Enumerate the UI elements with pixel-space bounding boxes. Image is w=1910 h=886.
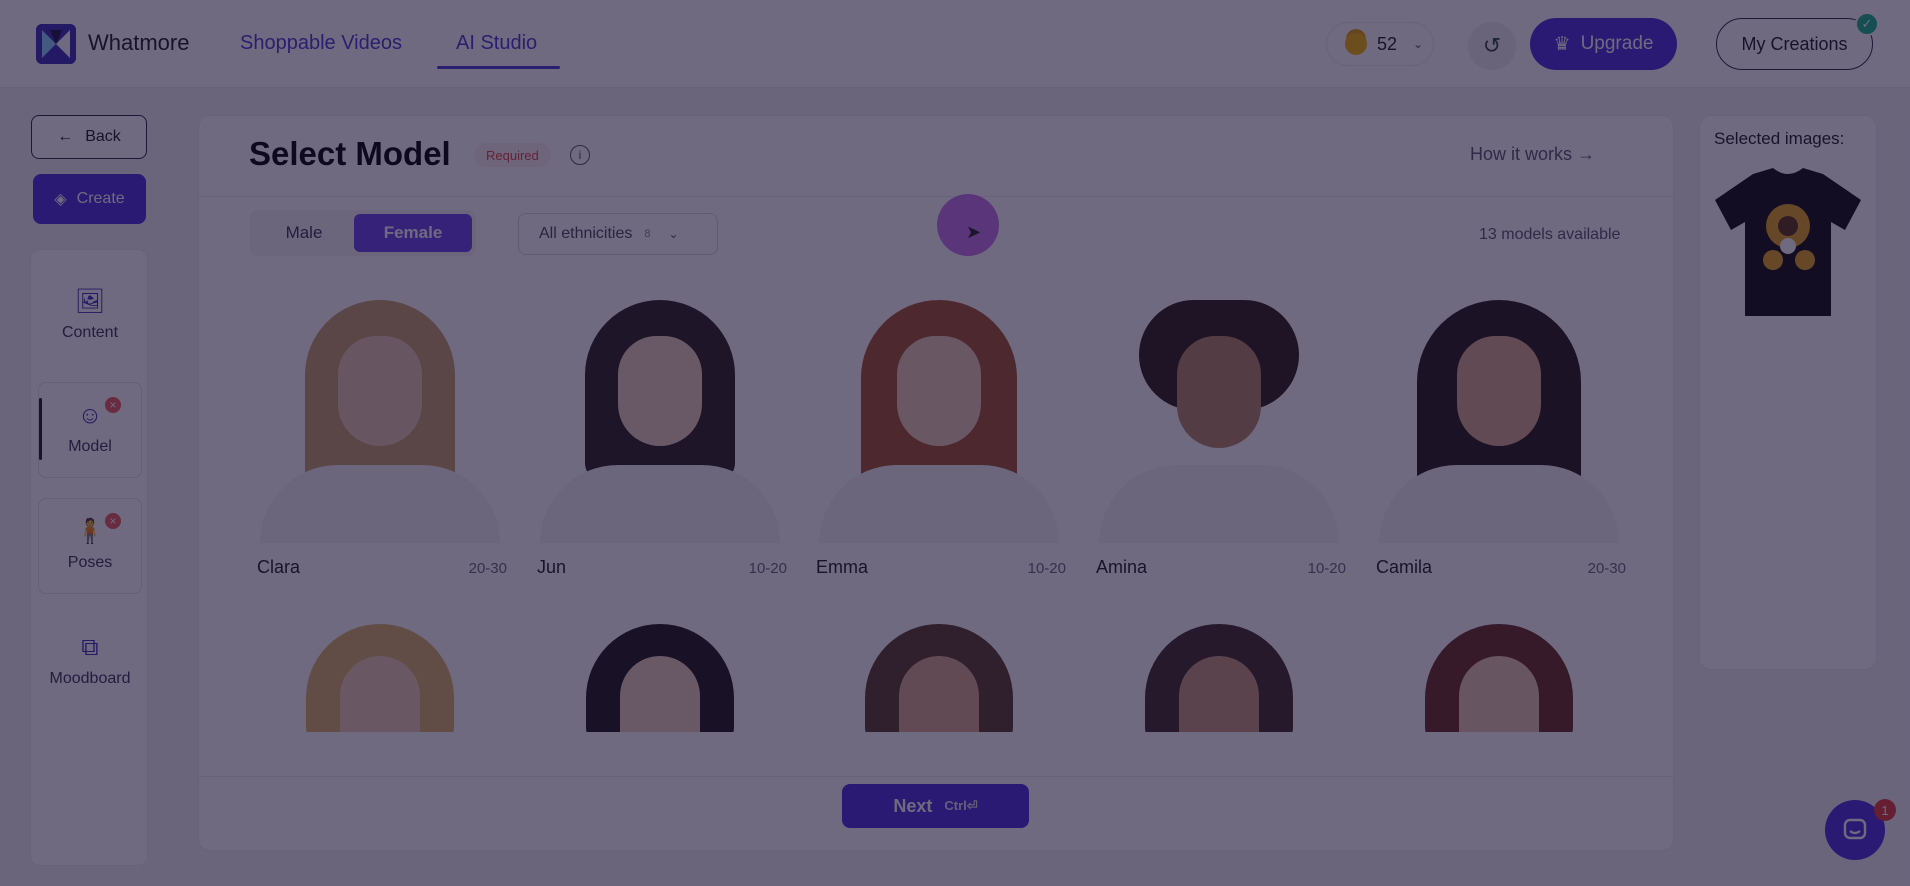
- divider: [199, 776, 1673, 777]
- moodboard-icon: ⧉: [81, 634, 99, 661]
- face-shape: [338, 336, 422, 446]
- model-age: 10-20: [1027, 560, 1066, 577]
- brand-name: Whatmore: [88, 30, 190, 55]
- whatmore-logo[interactable]: [36, 24, 76, 64]
- shirt-shape: [260, 465, 500, 543]
- keyboard-shortcut: Ctrl⏎: [944, 798, 978, 813]
- model-card[interactable]: [253, 622, 507, 732]
- selected-images-title: Selected images:: [1714, 129, 1845, 148]
- model-card[interactable]: [1092, 622, 1346, 732]
- back-label: Back: [85, 128, 121, 145]
- model-photo: [533, 622, 787, 732]
- tab-shoppable-videos[interactable]: Shoppable Videos: [240, 32, 402, 55]
- model-card-clara[interactable]: Clara 20-30: [253, 296, 507, 577]
- divider: [199, 196, 1673, 197]
- model-photo: [812, 296, 1066, 543]
- how-it-works-link[interactable]: How it works →: [1470, 144, 1595, 165]
- active-sidebar-indicator: [39, 398, 42, 460]
- model-photo: [253, 622, 507, 732]
- person-icon: 🧍: [75, 518, 105, 545]
- my-creations-label: My Creations: [1741, 33, 1848, 54]
- gender-toggle: Male Female: [250, 210, 476, 256]
- error-badge-icon: ×: [105, 513, 121, 529]
- next-label: Next: [893, 795, 933, 816]
- sidebar-item-label: Content: [61, 324, 119, 341]
- cursor-icon: ➤: [966, 222, 982, 242]
- sidebar-item-model[interactable]: ☺ × Model: [38, 382, 142, 478]
- top-bar: Whatmore Shoppable Videos AI Studio 52 ⌄…: [0, 0, 1910, 88]
- create-label: Create: [76, 190, 125, 207]
- model-card-camila[interactable]: Camila 20-30: [1372, 296, 1626, 577]
- ethnicity-select[interactable]: All ethnicities 8 ⌄: [518, 213, 718, 255]
- model-card[interactable]: [812, 622, 1066, 732]
- my-creations-button[interactable]: My Creations: [1716, 18, 1873, 70]
- model-name: Emma: [816, 557, 869, 577]
- model-age: 20-30: [468, 560, 507, 577]
- notification-badge: 1: [1874, 799, 1896, 821]
- model-name: Jun: [537, 557, 567, 577]
- error-badge-icon: ×: [105, 397, 121, 413]
- model-name: Amina: [1096, 557, 1148, 577]
- model-photo: [533, 296, 787, 543]
- required-badge: Required: [474, 143, 551, 167]
- back-button[interactable]: ← Back: [31, 115, 147, 159]
- sidebar-item-label: Poses: [67, 554, 113, 571]
- layers-icon: ◈: [54, 191, 67, 208]
- coins-icon: [1345, 33, 1367, 55]
- page-title: Select Model: [249, 135, 451, 172]
- chevron-down-icon: ⌄: [668, 227, 679, 241]
- model-card[interactable]: [1372, 622, 1626, 732]
- model-age: 10-20: [748, 560, 787, 577]
- sidebar-item-content[interactable]: 🖼 Content: [38, 268, 142, 364]
- gender-male-option[interactable]: Male: [254, 214, 354, 252]
- coins-count: 52: [1377, 33, 1398, 54]
- model-photo: [812, 622, 1066, 732]
- next-button[interactable]: Next Ctrl⏎: [842, 784, 1029, 828]
- history-icon: ↺: [1482, 33, 1502, 58]
- model-icon: ☺: [77, 402, 103, 429]
- model-age: 20-30: [1587, 560, 1626, 577]
- model-card-emma[interactable]: Emma 10-20: [812, 296, 1066, 577]
- sidebar-item-label: Moodboard: [49, 670, 131, 687]
- ethnicity-label: All ethnicities: [539, 225, 633, 242]
- model-name: Camila: [1376, 557, 1433, 577]
- sidebar-item-poses[interactable]: 🧍 × Poses: [38, 498, 142, 594]
- arrow-left-icon: ←: [57, 128, 74, 145]
- chevron-down-icon: ⌄: [1413, 37, 1424, 51]
- info-icon[interactable]: i: [570, 145, 590, 165]
- model-photo: [253, 296, 507, 543]
- history-button[interactable]: ↺: [1468, 22, 1516, 70]
- gender-female-option[interactable]: Female: [354, 214, 472, 252]
- model-photo: [1092, 296, 1346, 543]
- active-tab-indicator: [437, 66, 560, 69]
- model-name: Clara: [257, 557, 301, 577]
- create-button[interactable]: ◈ Create: [33, 174, 146, 224]
- model-photo: [1372, 296, 1626, 543]
- sidebar-item-label: Model: [68, 438, 112, 455]
- model-photo: [1372, 622, 1626, 732]
- model-photo: [1092, 622, 1346, 732]
- tab-ai-studio[interactable]: AI Studio: [456, 32, 537, 55]
- model-card-jun[interactable]: Jun 10-20: [533, 296, 787, 577]
- chat-icon: [1843, 818, 1867, 840]
- upgrade-button[interactable]: ♛ Upgrade: [1530, 18, 1677, 70]
- model-age: 10-20: [1307, 560, 1346, 577]
- ethnicity-count: 8: [644, 228, 651, 240]
- model-card[interactable]: [533, 622, 787, 732]
- selected-tshirt-image[interactable]: [1713, 164, 1863, 319]
- upgrade-label: Upgrade: [1580, 33, 1654, 54]
- image-icon: 🖼: [74, 288, 106, 315]
- models-available-count: 13 models available: [1479, 226, 1621, 243]
- model-card-amina[interactable]: Amina 10-20: [1092, 296, 1346, 577]
- crown-icon: ♛: [1553, 33, 1571, 55]
- check-badge-icon: ✓: [1855, 12, 1879, 36]
- coins-dropdown[interactable]: 52 ⌄: [1326, 22, 1434, 66]
- sidebar-item-moodboard[interactable]: ⧉ Moodboard: [38, 614, 142, 710]
